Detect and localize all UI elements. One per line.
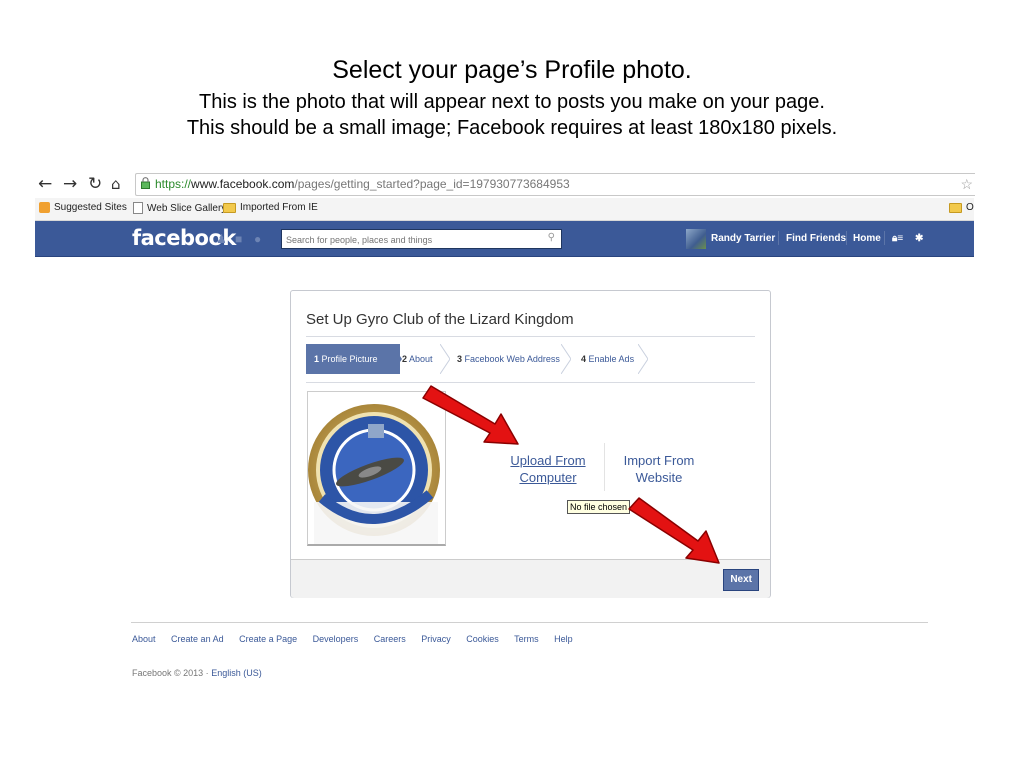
profile-photo-preview xyxy=(307,391,446,546)
page-icon xyxy=(133,202,143,214)
bookmark-label: O xyxy=(966,202,974,213)
step-number: 1 xyxy=(314,354,320,364)
url-path: /pages/getting_started?page_id=197930773… xyxy=(294,177,570,191)
tab-about[interactable]: 2 About xyxy=(402,344,433,374)
slide-title: Select your page’s Profile photo. xyxy=(332,56,692,84)
search-box[interactable]: ⚲ xyxy=(281,229,562,249)
step-number: 4 xyxy=(581,354,587,364)
bookmark-other[interactable]: O xyxy=(949,202,974,213)
footer-link-create-ad[interactable]: Create an Ad xyxy=(171,634,224,644)
footer-link-about[interactable]: About xyxy=(132,634,156,644)
search-icon[interactable]: ⚲ xyxy=(548,232,555,243)
footer-link-privacy[interactable]: Privacy xyxy=(421,634,451,644)
upload-line1: Upload From xyxy=(510,453,586,468)
lock-icon xyxy=(141,177,150,189)
import-from-website-link[interactable]: Import From Website xyxy=(614,452,704,486)
bookmark-web-slice-gallery[interactable]: Web Slice Gallery xyxy=(133,202,226,214)
settings-gear-icon[interactable]: ✱ xyxy=(915,233,923,244)
divider xyxy=(306,336,755,337)
browser-window: ← → ↻ ⌂ https://www.facebook.com/pages/g… xyxy=(35,170,975,257)
footer-links: About Create an Ad Create a Page Develop… xyxy=(132,634,586,644)
step-number: 3 xyxy=(457,354,463,364)
tab-profile-picture[interactable]: 1 Profile Picture xyxy=(306,344,400,374)
tab-facebook-web-address[interactable]: 3 Facebook Web Address xyxy=(457,344,560,374)
bookmark-label: Web Slice Gallery xyxy=(147,202,227,214)
step-chevron-active-icon xyxy=(392,344,402,374)
bookmark-star-icon[interactable]: ☆ xyxy=(960,176,973,193)
reload-icon[interactable]: ↻ xyxy=(88,174,102,194)
back-arrow-icon[interactable]: ← xyxy=(38,174,52,194)
avatar[interactable] xyxy=(686,229,706,249)
step-label: Profile Picture xyxy=(321,354,378,364)
footer-link-create-page[interactable]: Create a Page xyxy=(239,634,297,644)
import-line2: Website xyxy=(635,470,683,485)
bookmark-label: Imported From IE xyxy=(240,202,318,213)
bookmarks-bar: Suggested Sites Web Slice Gallery Import… xyxy=(35,198,974,221)
profile-name-link[interactable]: Randy Tarrier xyxy=(711,233,775,244)
nav-divider xyxy=(846,231,847,245)
search-input[interactable] xyxy=(282,232,540,248)
url-text: https://www.facebook.com/pages/getting_s… xyxy=(155,177,570,191)
no-file-tooltip: No file chosen xyxy=(567,500,631,514)
step-label: About xyxy=(409,354,433,364)
next-button[interactable]: Next xyxy=(723,569,759,591)
step-chevron-icon xyxy=(561,344,571,374)
footer-link-help[interactable]: Help xyxy=(554,634,573,644)
slide-subtitle-line1: This is the photo that will appear next … xyxy=(199,91,825,113)
divider xyxy=(306,382,755,383)
find-friends-link[interactable]: Find Friends xyxy=(786,233,846,244)
address-bar[interactable]: https://www.facebook.com/pages/getting_s… xyxy=(135,173,975,196)
option-divider xyxy=(604,443,605,491)
bookmark-imported-from-ie[interactable]: Imported From IE xyxy=(223,202,318,213)
address-row: ← → ↻ ⌂ https://www.facebook.com/pages/g… xyxy=(35,170,975,198)
step-chevron-icon xyxy=(440,344,450,374)
footer-link-terms[interactable]: Terms xyxy=(514,634,539,644)
step-label: Enable Ads xyxy=(588,354,635,364)
upload-line2: Computer xyxy=(519,470,577,485)
home-link[interactable]: Home xyxy=(853,233,881,244)
tab-enable-ads[interactable]: 4 Enable Ads xyxy=(581,344,634,374)
nav-divider xyxy=(778,231,779,245)
notifications-globe-icon[interactable]: ● xyxy=(254,233,266,245)
messages-icon[interactable]: ■ xyxy=(235,233,247,245)
privacy-shortcuts-icon[interactable]: 🔒︎≡ xyxy=(892,233,903,244)
suggested-sites-icon xyxy=(39,202,50,213)
step-number: 2 xyxy=(402,354,408,364)
folder-icon xyxy=(949,202,962,213)
facebook-top-bar: facebook ♟ ■ ● ⚲ Randy Tarrier Find Frie… xyxy=(35,221,974,257)
friend-requests-icon[interactable]: ♟ xyxy=(216,233,228,245)
url-scheme: https:// xyxy=(155,177,192,191)
upload-from-computer-link[interactable]: Upload From Computer xyxy=(498,452,598,486)
nav-divider xyxy=(884,231,885,245)
language-link[interactable]: English (US) xyxy=(211,668,262,678)
setup-dialog: Set Up Gyro Club of the Lizard Kingdom 1… xyxy=(290,290,771,598)
copyright-text: Facebook © 2013 · xyxy=(132,668,212,678)
dialog-footer: Next xyxy=(291,559,770,598)
gyro-logo-image xyxy=(308,404,440,544)
footer-link-cookies[interactable]: Cookies xyxy=(466,634,499,644)
bookmark-label: Suggested Sites xyxy=(54,202,127,213)
home-icon[interactable]: ⌂ xyxy=(111,175,121,193)
step-chevron-icon xyxy=(638,344,648,374)
footer-divider xyxy=(131,622,928,623)
slide-subtitle-line2: This should be a small image; Facebook r… xyxy=(186,117,838,139)
bookmark-suggested-sites[interactable]: Suggested Sites xyxy=(39,202,127,213)
url-host: www.facebook.com xyxy=(191,177,295,191)
footer-copyright: Facebook © 2013 · English (US) xyxy=(132,668,262,678)
step-label: Facebook Web Address xyxy=(464,354,560,364)
import-line1: Import From xyxy=(623,453,695,468)
dialog-title: Set Up Gyro Club of the Lizard Kingdom xyxy=(306,311,574,328)
footer-link-developers[interactable]: Developers xyxy=(313,634,359,644)
footer-link-careers[interactable]: Careers xyxy=(374,634,406,644)
folder-icon xyxy=(223,202,236,213)
forward-arrow-icon[interactable]: → xyxy=(63,174,77,194)
